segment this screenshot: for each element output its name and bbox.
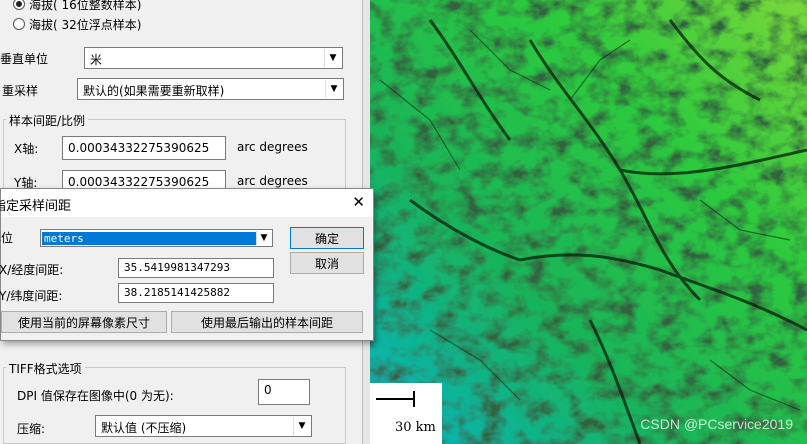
unit-value: meters — [42, 232, 256, 245]
x-interval-input[interactable]: 35.5419981347293 — [118, 258, 274, 278]
chevron-down-icon: ▼ — [324, 49, 341, 67]
y-interval-input[interactable]: 38.2185141425882 — [118, 283, 274, 303]
vertical-unit-value: 米 — [90, 53, 103, 67]
radio-float32-label: 海拔( 32位浮点样本) — [29, 18, 142, 32]
unit-select[interactable]: meters ▼ — [40, 229, 273, 247]
x-axis-label: X轴: — [14, 142, 39, 156]
use-screen-pixel-size-button[interactable]: 使用当前的屏幕像素尺寸 — [1, 311, 167, 333]
ok-button[interactable]: 确定 — [290, 227, 364, 249]
compress-value: 默认值 (不压缩) — [101, 421, 187, 435]
scale-label: 30 km — [395, 420, 436, 435]
compress-select[interactable]: 默认值 (不压缩) ▼ — [95, 415, 312, 437]
sample-spacing-title: 样本间距/比例 — [6, 112, 89, 129]
watermark: CSDN @PCservice2019 — [640, 416, 793, 432]
radio-int16-label: 海拔( 16位整数样本) — [29, 0, 142, 12]
chevron-down-icon: ▼ — [325, 80, 342, 98]
radio-float32[interactable] — [13, 18, 25, 30]
resampling-label: 重采样 — [2, 84, 39, 98]
terrain-hillshade — [370, 0, 807, 444]
vertical-unit-select[interactable]: 米 ▼ — [84, 47, 343, 69]
radio-int16[interactable] — [13, 0, 25, 10]
y-unit-label: arc degrees — [237, 174, 308, 188]
resampling-value: 默认的(如果需要重新取样) — [83, 84, 225, 98]
unit-label: 单位 — [0, 231, 14, 245]
y-interval-label: Y/纬度间距: — [0, 289, 63, 303]
sampling-interval-dialog: 指定采样间距 ✕ 单位 meters ▼ X/经度间距: 35.54199813… — [0, 188, 374, 341]
x-interval-label: X/经度间距: — [0, 263, 64, 277]
scale-bar-tick — [413, 391, 415, 407]
vertical-unit-label: 垂直单位 — [0, 52, 49, 66]
dpi-label: DPI 值保存在图像中(0 为无): — [17, 389, 174, 403]
dpi-input[interactable]: 0 — [258, 379, 310, 405]
dialog-title: 指定采样间距 — [0, 199, 72, 214]
resampling-select[interactable]: 默认的(如果需要重新取样) ▼ — [77, 78, 344, 100]
chevron-down-icon: ▼ — [256, 231, 271, 245]
compress-label: 压缩: — [17, 422, 46, 436]
scale-bar — [376, 398, 413, 400]
cancel-button[interactable]: 取消 — [290, 252, 364, 274]
close-icon[interactable]: ✕ — [352, 193, 365, 211]
tiff-options-title: TIFF格式选项 — [6, 360, 85, 377]
dialog-titlebar[interactable]: 指定采样间距 ✕ — [0, 189, 373, 217]
map-view[interactable]: 30 km CSDN @PCservice2019 — [370, 0, 807, 444]
chevron-down-icon: ▼ — [293, 417, 310, 435]
x-unit-label: arc degrees — [237, 140, 308, 154]
use-last-output-spacing-button[interactable]: 使用最后输出的样本间距 — [171, 311, 363, 333]
x-spacing-input[interactable]: 0.00034332275390625 — [62, 136, 226, 160]
scale-bar-box: 30 km — [370, 383, 442, 444]
